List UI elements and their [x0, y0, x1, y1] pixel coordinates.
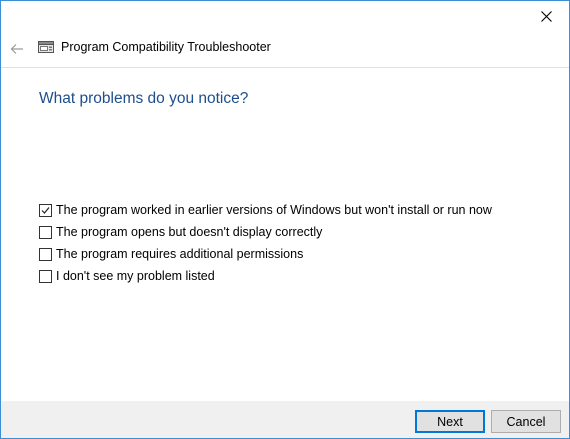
option-label: The program requires additional permissi… [56, 247, 304, 261]
cancel-button[interactable]: Cancel [491, 410, 561, 433]
title-bar [1, 1, 569, 32]
option-earlier-versions[interactable]: The program worked in earlier versions o… [39, 199, 492, 221]
problem-options-list: The program worked in earlier versions o… [39, 199, 492, 287]
checkbox-checked[interactable] [39, 203, 52, 217]
close-button[interactable] [523, 1, 569, 32]
checkbox[interactable] [39, 225, 52, 239]
button-bar: Next Cancel [1, 401, 569, 438]
checkmark-icon [41, 206, 50, 214]
option-display-incorrectly[interactable]: The program opens but doesn't display co… [39, 221, 492, 243]
option-label: The program worked in earlier versions o… [56, 203, 492, 217]
dialog-window: Program Compatibility Troubleshooter Wha… [0, 0, 570, 439]
checkbox[interactable] [39, 269, 52, 283]
option-not-listed[interactable]: I don't see my problem listed [39, 265, 492, 287]
option-label: I don't see my problem listed [56, 269, 215, 283]
option-label: The program opens but doesn't display co… [56, 225, 323, 239]
back-button[interactable] [6, 39, 28, 59]
back-arrow-icon [10, 44, 23, 54]
wizard-title: Program Compatibility Troubleshooter [61, 40, 271, 54]
wizard-header: Program Compatibility Troubleshooter [1, 32, 569, 68]
checkbox[interactable] [39, 247, 52, 261]
next-button[interactable]: Next [415, 410, 485, 433]
close-icon [540, 11, 552, 22]
troubleshooter-icon [38, 41, 54, 53]
option-additional-permissions[interactable]: The program requires additional permissi… [39, 243, 492, 265]
page-heading: What problems do you notice? [39, 90, 249, 107]
